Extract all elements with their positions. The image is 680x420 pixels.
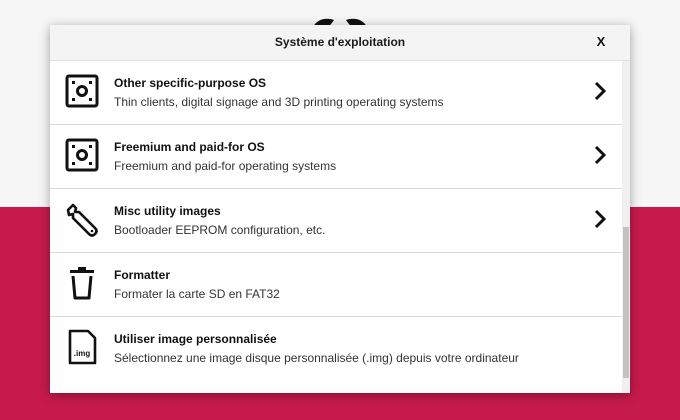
- dialog-header: Système d'exploitation X: [50, 25, 630, 61]
- dialog-title: Système d'exploitation: [274, 35, 406, 49]
- item-description: Bootloader EEPROM configuration, etc.: [114, 223, 326, 237]
- item-description: Thin clients, digital signage and 3D pri…: [114, 95, 444, 109]
- item-description: Freemium and paid-for operating systems: [114, 159, 337, 173]
- item-title: Freemium and paid-for OS: [114, 140, 265, 154]
- item-title: Formatter: [114, 268, 171, 282]
- scrollbar[interactable]: [622, 61, 630, 393]
- list-item-freemium-paid-os[interactable]: Freemium and paid-for OS Freemium and pa…: [50, 125, 622, 189]
- list-item-misc-utility-images[interactable]: Misc utility images Bootloader EEPROM co…: [50, 189, 622, 253]
- list-item-custom-image[interactable]: .img Utiliser image personnalisée Sélect…: [50, 317, 622, 380]
- os-list: Other specific-purpose OS Thin clients, …: [50, 61, 622, 380]
- os-board-icon: [65, 74, 99, 108]
- wrench-icon: [66, 203, 98, 237]
- item-title: Other specific-purpose OS: [114, 76, 267, 90]
- chevron-right-icon: [594, 81, 607, 101]
- os-board-icon: [65, 138, 99, 172]
- list-item-formatter[interactable]: Formatter Formater la carte SD en FAT32: [50, 253, 622, 317]
- chevron-right-icon: [594, 209, 607, 229]
- img-file-icon-label: .img: [74, 349, 91, 358]
- item-description: Formater la carte SD en FAT32: [114, 287, 280, 301]
- chevron-right-icon: [594, 145, 607, 165]
- trash-icon: [70, 267, 94, 300]
- item-description: Sélectionnez une image disque personnali…: [114, 351, 519, 365]
- close-button[interactable]: X: [594, 34, 608, 49]
- scrollbar-thumb[interactable]: [623, 227, 629, 378]
- list-item-other-specific-purpose-os[interactable]: Other specific-purpose OS Thin clients, …: [50, 61, 622, 125]
- os-selection-dialog: Système d'exploitation X Other specific-…: [50, 25, 630, 393]
- img-file-icon: .img: [68, 329, 97, 365]
- item-title: Misc utility images: [114, 204, 221, 218]
- item-title: Utiliser image personnalisée: [114, 332, 277, 346]
